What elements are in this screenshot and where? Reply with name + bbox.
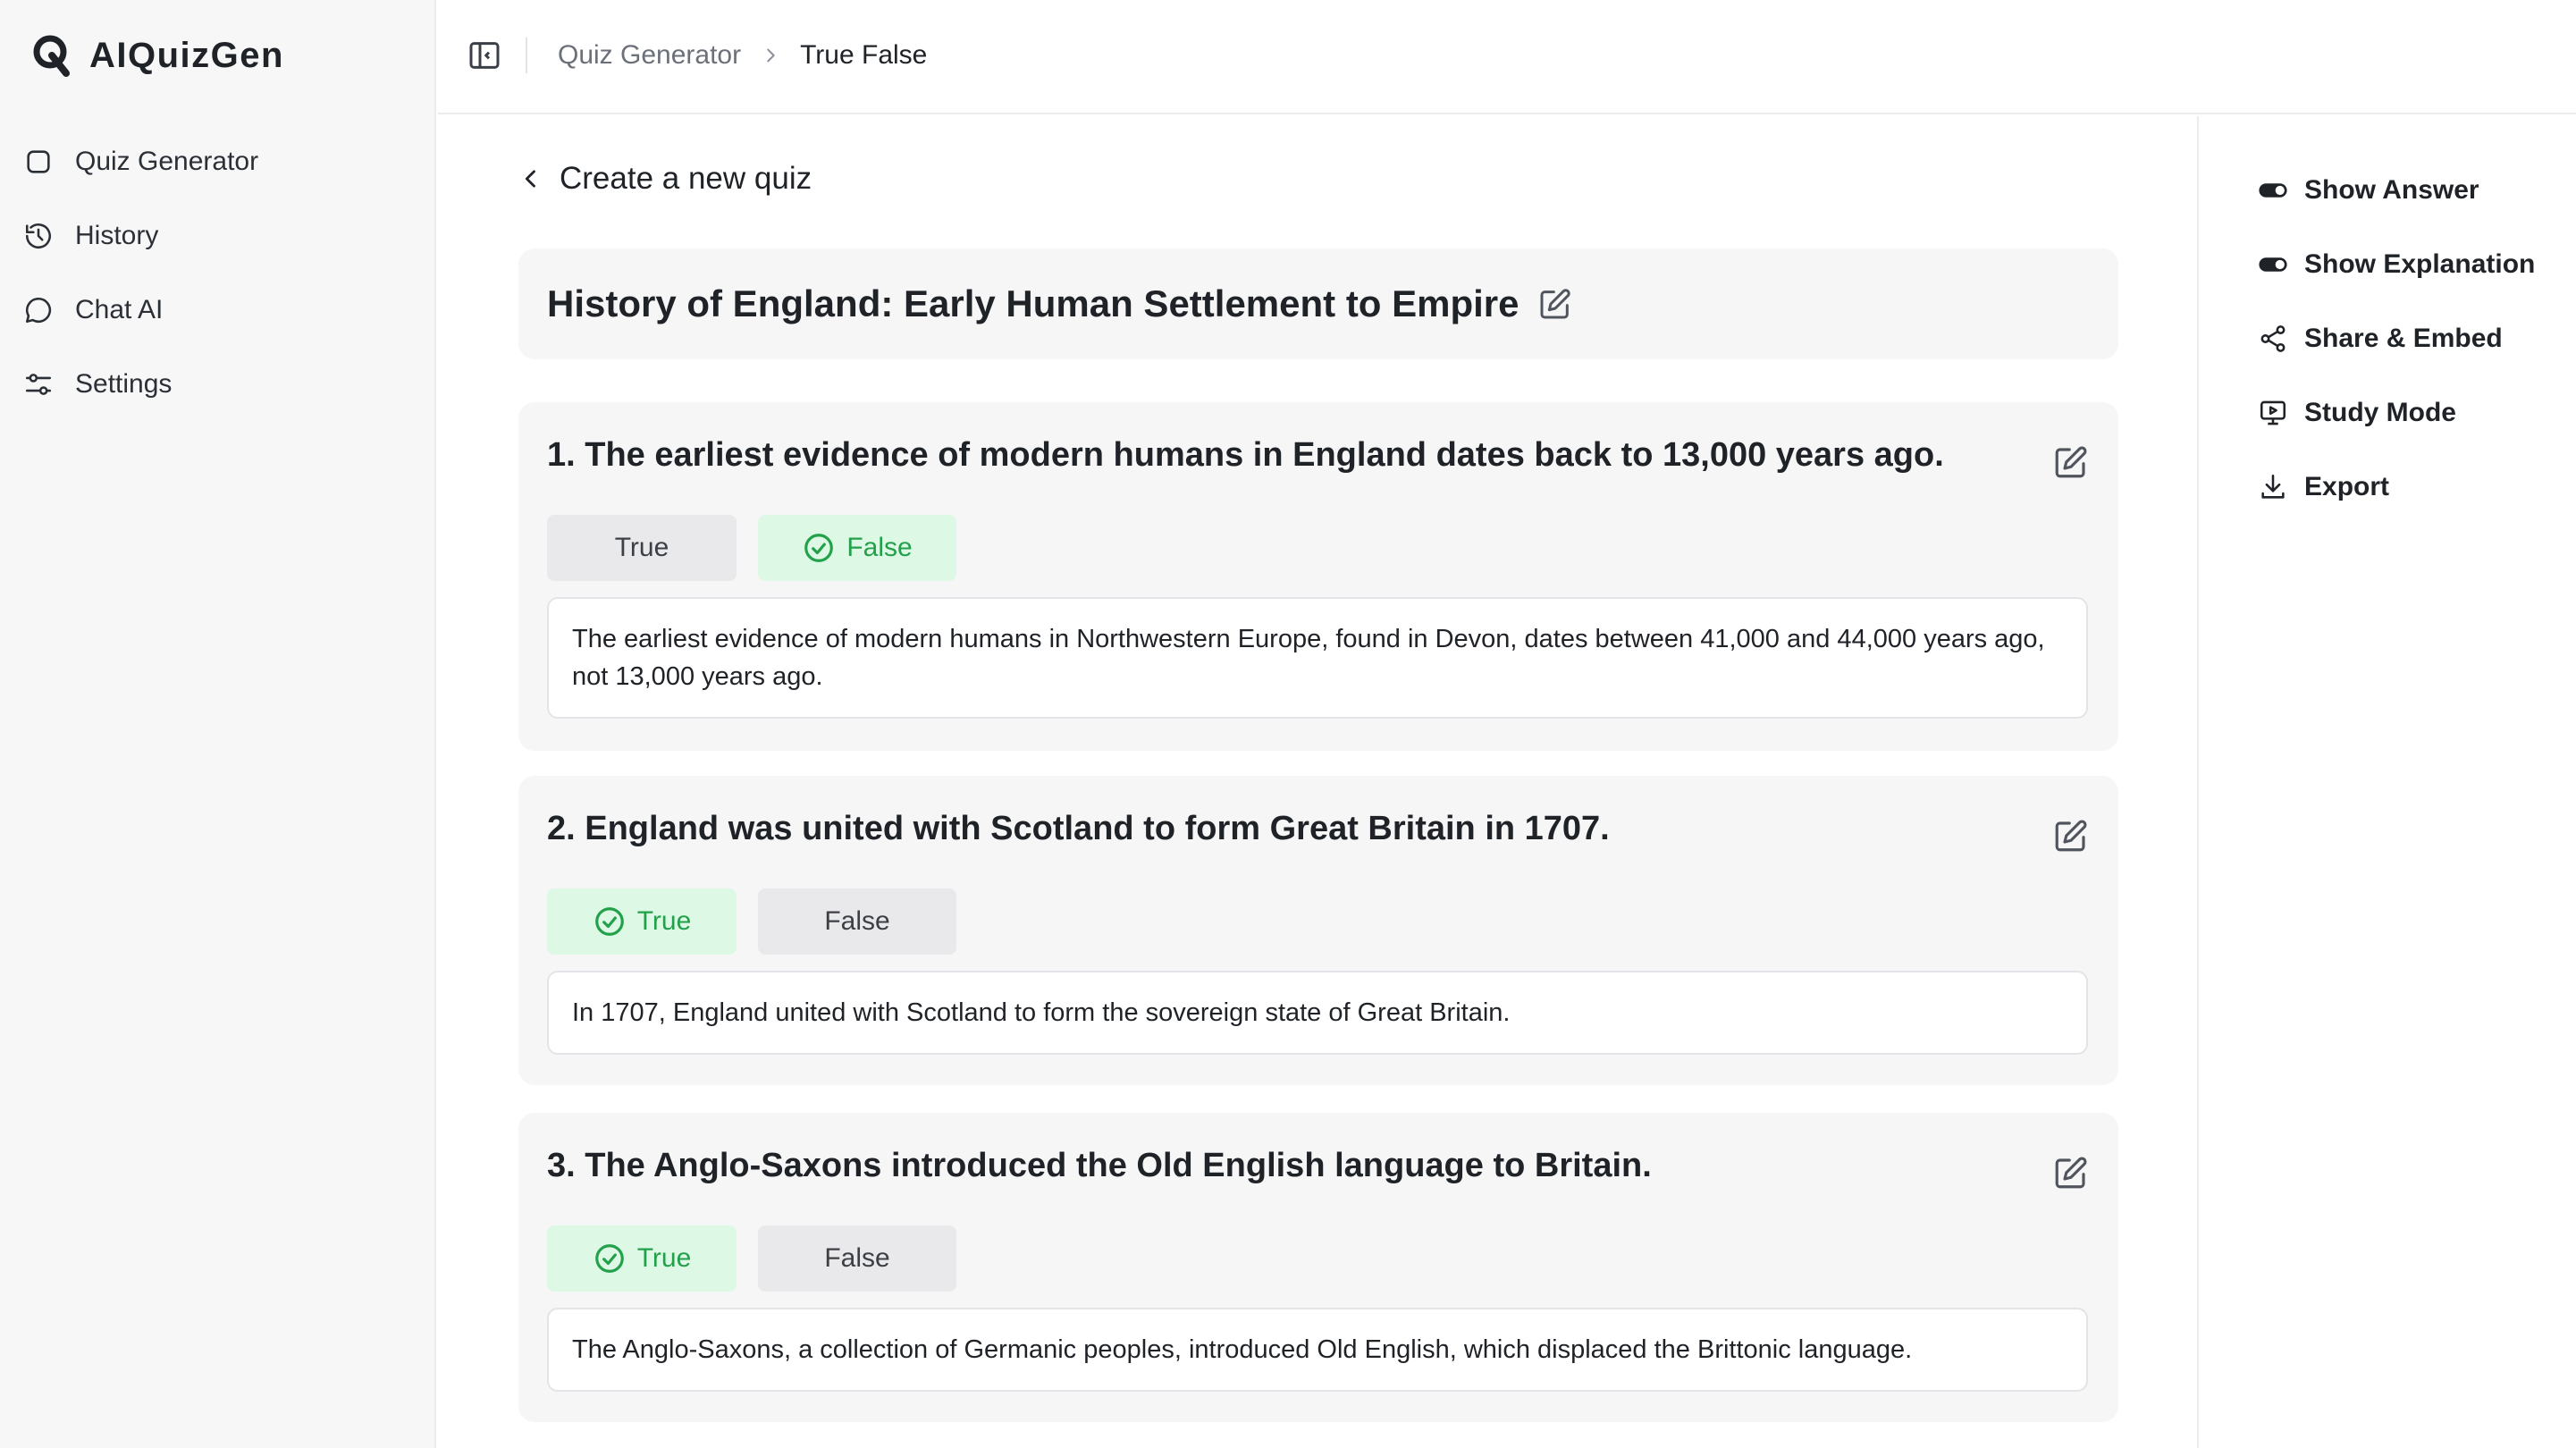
sidebar-item-settings[interactable]: Settings <box>21 357 415 412</box>
brand[interactable]: AIQuizGen <box>30 32 284 79</box>
sliders-icon <box>23 369 54 400</box>
sidebar-toggle-icon[interactable] <box>467 38 502 73</box>
question-card: 1. The earliest evidence of modern human… <box>518 402 2118 751</box>
toggle-icon <box>2258 175 2288 206</box>
question-card: 2. England was united with Scotland to f… <box>518 776 2118 1085</box>
actions-panel: Show Answer Show Explanation Share & Emb… <box>2197 116 2576 1448</box>
download-icon <box>2258 472 2288 502</box>
chat-bubble-icon <box>23 295 54 325</box>
sidebar: AIQuizGen Quiz Generator History Chat AI… <box>0 0 436 1448</box>
breadcrumb: Quiz Generator True False <box>558 0 927 111</box>
study-mode-button[interactable]: Study Mode <box>2258 398 2456 428</box>
brand-name: AIQuizGen <box>89 35 284 75</box>
explanation-box: In 1707, England united with Scotland to… <box>547 971 2088 1055</box>
option-label: True <box>636 1243 692 1273</box>
explanation-text: The earliest evidence of modern humans i… <box>572 625 2045 691</box>
explanation-text: The Anglo-Saxons, a collection of German… <box>572 1335 1913 1364</box>
show-answer-toggle[interactable]: Show Answer <box>2258 175 2479 206</box>
action-label: Show Explanation <box>2304 249 2536 279</box>
edit-icon[interactable] <box>1537 286 1573 322</box>
divider <box>526 38 527 73</box>
sidebar-item-chat-ai[interactable]: Chat AI <box>21 282 415 338</box>
edit-icon[interactable] <box>2052 817 2090 854</box>
option-label: True <box>636 906 692 936</box>
option-false[interactable]: False <box>758 888 956 955</box>
explanation-text: In 1707, England united with Scotland to… <box>572 998 1511 1027</box>
action-label: Export <box>2304 472 2390 501</box>
export-button[interactable]: Export <box>2258 472 2389 502</box>
breadcrumb-quiz-generator[interactable]: Quiz Generator <box>558 40 741 71</box>
show-explanation-toggle[interactable]: Show Explanation <box>2258 249 2535 280</box>
question-text: 3. The Anglo-Saxons introduced the Old E… <box>547 1147 1652 1184</box>
sidebar-item-label: Settings <box>75 369 173 399</box>
back-link[interactable]: Create a new quiz <box>518 161 812 197</box>
option-true[interactable]: True <box>547 1225 737 1292</box>
sidebar-nav: Quiz Generator History Chat AI Settings <box>21 134 415 431</box>
check-circle-icon <box>593 1242 627 1275</box>
check-circle-icon <box>593 905 627 939</box>
toggle-icon <box>2258 249 2288 280</box>
option-label: False <box>846 533 913 562</box>
option-false[interactable]: False <box>758 1225 956 1292</box>
action-label: Study Mode <box>2304 398 2456 427</box>
edit-icon[interactable] <box>2052 443 2090 481</box>
option-false[interactable]: False <box>758 515 956 581</box>
quiz-title: History of England: Early Human Settleme… <box>547 282 1520 324</box>
question-text: 2. England was united with Scotland to f… <box>547 810 1610 847</box>
sidebar-item-quiz-generator[interactable]: Quiz Generator <box>21 134 415 189</box>
main-content: Create a new quiz History of England: Ea… <box>438 116 2197 1448</box>
sidebar-item-history[interactable]: History <box>21 208 415 264</box>
option-label: True <box>614 533 669 562</box>
action-label: Show Answer <box>2304 175 2479 205</box>
sidebar-item-label: History <box>75 221 159 250</box>
sidebar-item-label: Chat AI <box>75 295 164 324</box>
question-text: 1. The earliest evidence of modern human… <box>547 436 1944 474</box>
square-icon <box>23 147 54 177</box>
chevron-left-icon <box>518 166 543 191</box>
brand-logo-icon <box>30 32 73 79</box>
breadcrumb-current: True False <box>800 40 928 70</box>
action-label: Share & Embed <box>2304 324 2503 353</box>
option-label: False <box>824 906 890 936</box>
option-label: False <box>824 1243 890 1273</box>
top-bar: Quiz Generator True False <box>438 0 2576 114</box>
quiz-title-card: History of England: Early Human Settleme… <box>518 248 2118 359</box>
sidebar-item-label: Quiz Generator <box>75 147 259 176</box>
edit-icon[interactable] <box>2052 1154 2090 1191</box>
check-circle-icon <box>802 531 836 565</box>
explanation-box: The earliest evidence of modern humans i… <box>547 597 2088 719</box>
option-true[interactable]: True <box>547 515 737 581</box>
explanation-box: The Anglo-Saxons, a collection of German… <box>547 1308 2088 1392</box>
share-embed-button[interactable]: Share & Embed <box>2258 324 2503 354</box>
presentation-icon <box>2258 398 2288 428</box>
question-card: 3. The Anglo-Saxons introduced the Old E… <box>518 1113 2118 1422</box>
history-icon <box>23 221 54 251</box>
share-icon <box>2258 324 2288 354</box>
chevron-right-icon <box>761 46 780 65</box>
back-link-label: Create a new quiz <box>560 161 812 196</box>
option-true[interactable]: True <box>547 888 737 955</box>
